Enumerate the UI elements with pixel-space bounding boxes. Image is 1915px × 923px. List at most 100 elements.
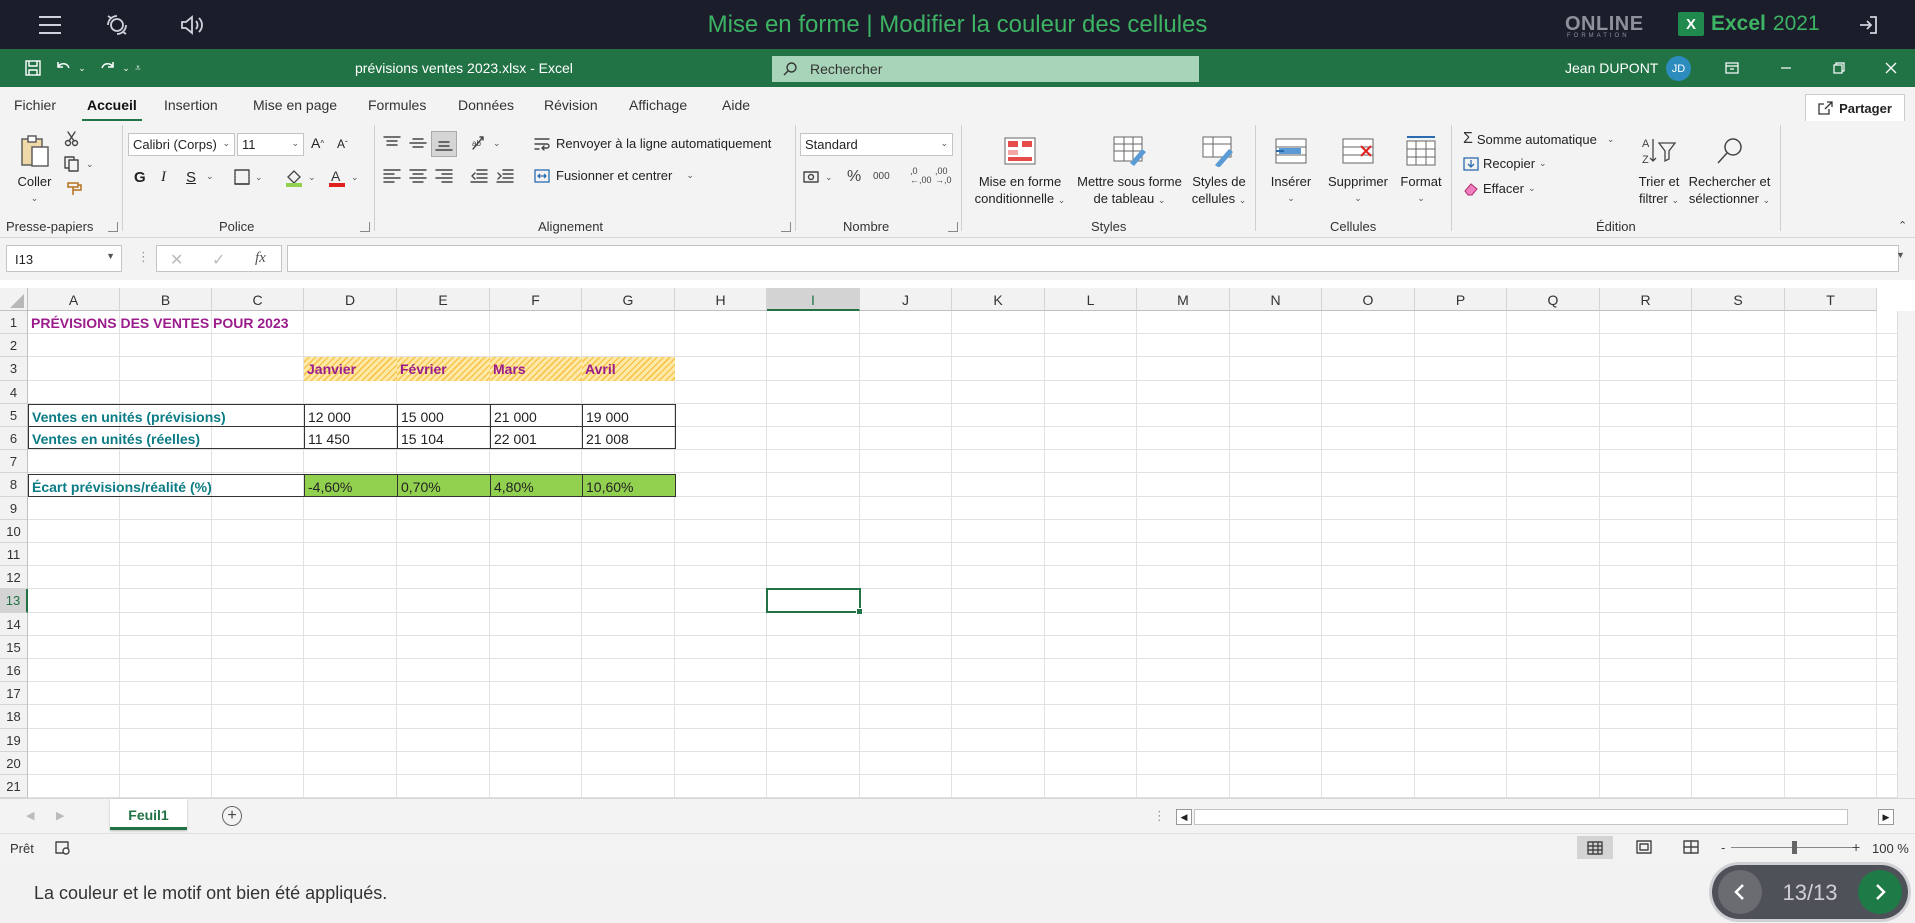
increase-indent-button[interactable] [496, 169, 514, 183]
cell-G5[interactable]: 19 000 [582, 403, 676, 427]
cell-G6[interactable]: 21 008 [582, 426, 676, 450]
cell-E6[interactable]: 15 104 [397, 426, 491, 450]
active-cell-selection[interactable] [766, 587, 863, 615]
bold-button[interactable]: G [134, 169, 146, 186]
row-header-7[interactable]: 7 [0, 450, 28, 474]
scroll-right-icon[interactable]: ▶ [1878, 809, 1894, 825]
column-header-D[interactable]: D [304, 288, 397, 311]
zoom-out-button[interactable]: - [1721, 840, 1725, 855]
tab-revision[interactable]: Révision [544, 97, 598, 113]
cell-A5[interactable]: Ventes en unités (prévisions) [28, 403, 305, 427]
column-header-C[interactable]: C [212, 288, 304, 311]
collapse-ribbon-icon[interactable]: ⌃ [1898, 219, 1907, 232]
find-select-button[interactable]: Rechercher et sélectionner ⌄ [1687, 129, 1772, 209]
column-header-Q[interactable]: Q [1507, 288, 1600, 311]
column-header-K[interactable]: K [952, 288, 1045, 311]
tab-aide[interactable]: Aide [722, 97, 750, 113]
sheet-tab-feuil1[interactable]: Feuil1 [110, 799, 187, 830]
tab-insertion[interactable]: Insertion [164, 97, 218, 113]
fill-button[interactable]: Recopier ⌄ [1463, 156, 1547, 171]
next-step-button[interactable] [1858, 870, 1902, 914]
insert-cells-button[interactable]: Insérer ⌄ [1263, 129, 1319, 207]
column-header-P[interactable]: P [1415, 288, 1507, 311]
undo-dropdown-icon[interactable]: ⌄ [76, 57, 88, 79]
align-right-button[interactable] [435, 169, 453, 183]
orientation-button[interactable]: ab ⌄ [470, 134, 501, 152]
restore-icon[interactable] [1825, 55, 1853, 81]
font-name-select[interactable]: Calibri (Corps) ⌄ [128, 133, 235, 156]
row-header-15[interactable]: 15 [0, 635, 28, 659]
clear-button[interactable]: Effacer ⌄ [1463, 181, 1536, 196]
accessibility-icon[interactable] [101, 9, 133, 41]
cell-F8[interactable]: 4,80% [490, 473, 583, 497]
name-box[interactable]: I13 ▼ [6, 245, 122, 272]
prev-sheet-icon[interactable]: ◀ [26, 809, 34, 822]
ribbon-display-options-icon[interactable] [1718, 55, 1746, 81]
row-header-19[interactable]: 19 [0, 728, 28, 752]
delete-cells-button[interactable]: Supprimer ⌄ [1323, 129, 1393, 207]
copy-button[interactable]: ⌄ [64, 156, 94, 172]
row-header-8[interactable]: 8 [0, 473, 28, 497]
zoom-in-button[interactable]: + [1852, 839, 1860, 855]
fill-color-button[interactable]: ⌄ [284, 167, 316, 187]
borders-button[interactable]: ⌄ [233, 169, 263, 185]
row-header-13[interactable]: 13 [0, 589, 28, 613]
exit-icon[interactable] [1852, 9, 1884, 41]
column-header-E[interactable]: E [397, 288, 490, 311]
column-header-A[interactable]: A [28, 288, 120, 311]
conditional-formatting-button[interactable]: Mise en forme conditionnelle ⌄ [970, 129, 1070, 209]
autosum-button[interactable]: Σ Somme automatique ⌄ [1463, 130, 1614, 148]
column-header-F[interactable]: F [490, 288, 582, 311]
row-header-9[interactable]: 9 [0, 496, 28, 520]
row-header-21[interactable]: 21 [0, 775, 28, 798]
font-size-select[interactable]: 11 ⌄ [237, 133, 304, 156]
row-header-16[interactable]: 16 [0, 659, 28, 683]
column-header-J[interactable]: J [860, 288, 952, 311]
column-header-T[interactable]: T [1785, 288, 1877, 311]
cell-F5[interactable]: 21 000 [490, 403, 583, 427]
search-input[interactable] [810, 61, 1170, 77]
column-header-M[interactable]: M [1137, 288, 1230, 311]
add-sheet-icon[interactable]: + [222, 806, 242, 826]
close-icon[interactable] [1877, 55, 1905, 81]
row-header-1[interactable]: 1 [0, 311, 28, 335]
row-header-18[interactable]: 18 [0, 705, 28, 729]
decrease-font-button[interactable]: Aˇ [337, 137, 348, 151]
format-painter-button[interactable] [66, 180, 84, 196]
save-icon[interactable] [22, 57, 44, 79]
column-header-G[interactable]: G [582, 288, 675, 311]
tab-donnees[interactable]: Données [458, 97, 514, 113]
cell-D6[interactable]: 11 450 [304, 426, 398, 450]
tab-formules[interactable]: Formules [368, 97, 426, 113]
row-header-11[interactable]: 11 [0, 543, 28, 567]
cut-button[interactable] [64, 131, 80, 147]
row-header-10[interactable]: 10 [0, 519, 28, 543]
column-header-N[interactable]: N [1230, 288, 1322, 311]
row-header-3[interactable]: 3 [0, 357, 28, 381]
cell-styles-button[interactable]: Styles de cellules ⌄ [1187, 129, 1251, 209]
zoom-slider[interactable] [1731, 841, 1856, 854]
underline-button[interactable]: S [186, 169, 196, 186]
minimize-icon[interactable] [1772, 55, 1800, 81]
page-break-view-icon[interactable] [1683, 840, 1699, 854]
format-cells-button[interactable]: Format ⌄ [1397, 129, 1445, 207]
cell-E3[interactable]: Février [397, 357, 490, 381]
column-header-S[interactable]: S [1692, 288, 1785, 311]
row-header-5[interactable]: 5 [0, 403, 28, 427]
align-center-button[interactable] [409, 169, 427, 183]
sort-filter-button[interactable]: AZ Trier et filtrer ⌄ [1634, 129, 1684, 209]
next-sheet-icon[interactable]: ▶ [56, 809, 64, 822]
number-launcher-icon[interactable] [948, 222, 958, 232]
percent-button[interactable]: % [847, 168, 861, 186]
underline-dropdown-icon[interactable]: ⌄ [206, 171, 214, 182]
vertical-scrollbar[interactable] [1897, 311, 1915, 798]
hamburger-menu-icon[interactable] [34, 9, 66, 41]
align-bottom-button[interactable] [431, 131, 457, 157]
select-all-corner[interactable] [0, 288, 28, 311]
column-header-O[interactable]: O [1322, 288, 1415, 311]
undo-icon[interactable] [52, 57, 74, 79]
align-left-button[interactable] [383, 169, 401, 183]
column-header-R[interactable]: R [1600, 288, 1692, 311]
expand-formula-bar-icon[interactable]: ▼ [1896, 250, 1905, 260]
spreadsheet-grid[interactable]: ABCDEFGHIJKLMNOPQRST 1 2 3 4 5 6 7 8 9 10 11 12 13 14… [0, 288, 1915, 798]
